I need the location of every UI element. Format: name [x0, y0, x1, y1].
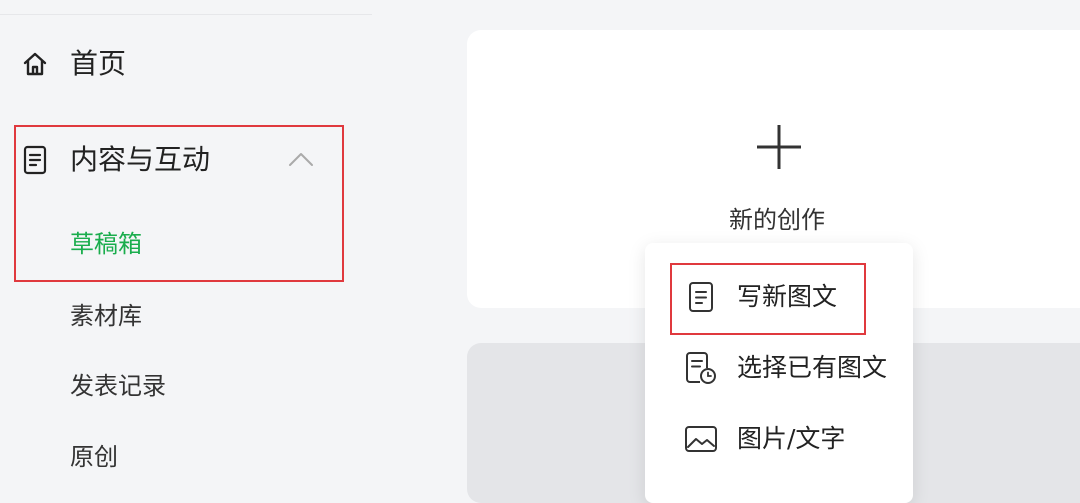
plus-icon [757, 125, 801, 169]
sidebar-subitem-original[interactable]: 原创 [70, 437, 118, 472]
menu-item-label: 图片/文字 [737, 424, 846, 453]
sidebar-subitem-publish-records[interactable]: 发表记录 [70, 366, 166, 401]
article-clock-icon [683, 350, 719, 386]
highlight-box-menu-item [670, 263, 866, 335]
sidebar-item-label: 首页 [70, 47, 127, 80]
home-icon [20, 49, 50, 79]
menu-item-label: 选择已有图文 [737, 353, 888, 382]
highlight-box-sidebar [14, 125, 344, 282]
menu-item-select-existing-article[interactable]: 选择已有图文 [645, 342, 913, 394]
sidebar-subitem-materials[interactable]: 素材库 [70, 296, 142, 331]
menu-item-image-text[interactable]: 图片/文字 [645, 413, 913, 465]
sidebar-top-divider [0, 14, 372, 15]
new-creation-label: 新的创作 [729, 206, 825, 234]
image-icon [683, 421, 719, 457]
